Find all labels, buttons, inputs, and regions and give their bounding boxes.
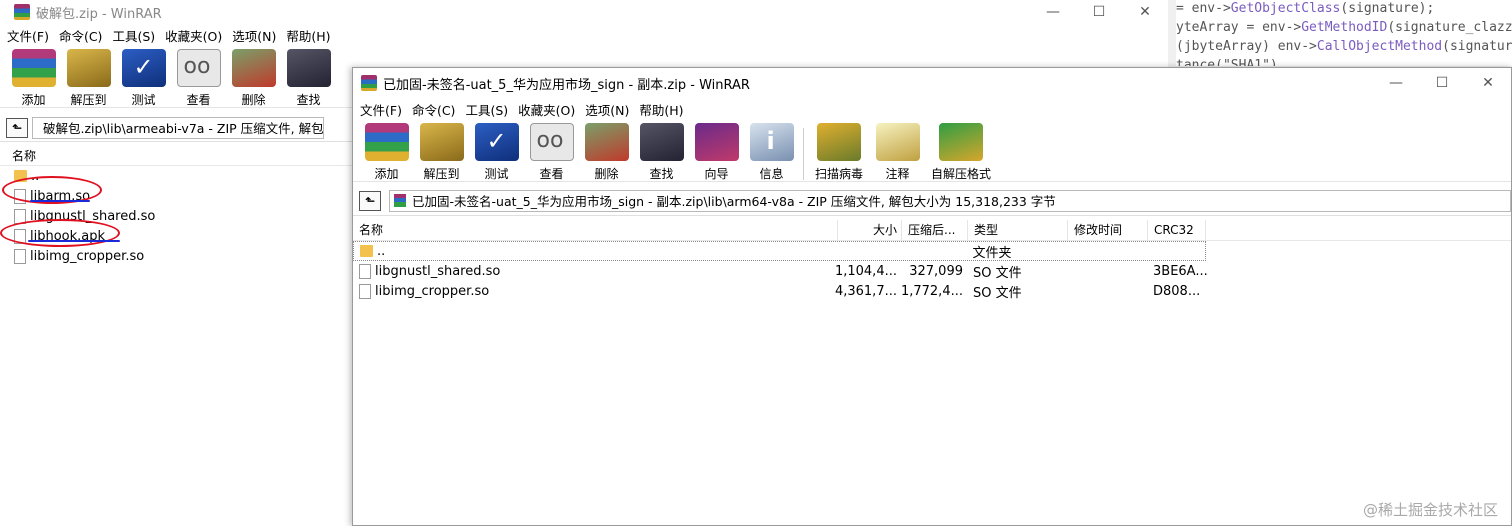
delete-icon	[584, 123, 629, 161]
up-folder-button[interactable]: ⬑	[359, 190, 381, 211]
column-type[interactable]: 类型	[968, 219, 1068, 240]
window-title: 破解包.zip - WinRAR	[36, 6, 162, 22]
folder-icon	[360, 245, 373, 257]
title-bar: 破解包.zip - WinRAR — ☐ ✕	[0, 0, 1168, 24]
maximize-button[interactable]: ☐	[1076, 0, 1122, 24]
up-folder-button[interactable]: ⬑	[6, 117, 28, 138]
address-field[interactable]: 已加固-未签名-uat_5_华为应用市场_sign - 副本.zip\lib\a…	[389, 189, 1511, 212]
menu-help[interactable]: 帮助(H)	[281, 26, 335, 45]
menu-bar: 文件(F) 命令(C) 工具(S) 收藏夹(O) 选项(N) 帮助(H)	[0, 24, 1168, 46]
test-icon	[474, 123, 519, 161]
menu-options[interactable]: 选项(N)	[580, 100, 634, 119]
window-title: 已加固-未签名-uat_5_华为应用市场_sign - 副本.zip - Win…	[383, 77, 750, 93]
column-size[interactable]: 大小	[838, 219, 902, 240]
toolbar: 添加 解压到 测试 查看 删除 查找 向导 信息 扫描病毒 注释 自解压格式	[353, 120, 1511, 182]
view-button[interactable]: 查看	[171, 46, 226, 108]
test-button[interactable]: 测试	[116, 46, 171, 108]
sfx-button[interactable]: 自解压格式	[925, 120, 997, 182]
code-line: yteArray = env->GetMethodID(signature_cl…	[1176, 20, 1512, 35]
test-icon	[121, 49, 166, 87]
minimize-button[interactable]: —	[1030, 0, 1076, 24]
file-list: .. 文件夹 libgnustl_shared.so 1,104,4... 32…	[353, 241, 1511, 481]
test-button[interactable]: 测试	[469, 120, 524, 182]
table-row[interactable]: .. 文件夹	[353, 241, 1206, 261]
menu-help[interactable]: 帮助(H)	[634, 100, 688, 119]
close-button[interactable]: ✕	[1465, 68, 1511, 98]
menu-favorites[interactable]: 收藏夹(O)	[513, 100, 580, 119]
file-icon	[14, 248, 26, 264]
wizard-button[interactable]: 向导	[689, 120, 744, 182]
column-packed[interactable]: 压缩后...	[902, 219, 968, 240]
delete-icon	[231, 49, 276, 87]
code-line: (jbyteArray) env->CallObjectMethod(signa…	[1176, 39, 1512, 54]
menu-bar: 文件(F) 命令(C) 工具(S) 收藏夹(O) 选项(N) 帮助(H)	[353, 98, 1511, 120]
delete-button[interactable]: 删除	[226, 46, 281, 108]
menu-command[interactable]: 命令(C)	[54, 26, 107, 45]
menu-favorites[interactable]: 收藏夹(O)	[160, 26, 227, 45]
address-bar: ⬑ 已加固-未签名-uat_5_华为应用市场_sign - 副本.zip\lib…	[353, 186, 1511, 216]
blue-underline-annotation	[28, 240, 120, 242]
find-icon	[286, 49, 331, 87]
add-icon	[364, 123, 409, 161]
address-text: 已加固-未签名-uat_5_华为应用市场_sign - 副本.zip\lib\a…	[412, 194, 1056, 209]
menu-tools[interactable]: 工具(S)	[460, 100, 513, 119]
address-field[interactable]: 破解包.zip\lib\armeabi-v7a - ZIP 压缩文件, 解包大	[32, 116, 324, 139]
minimize-button[interactable]: —	[1373, 68, 1419, 98]
code-line: tance("SHA1")	[1176, 58, 1278, 66]
toolbar-separator	[803, 128, 804, 180]
file-list-header: 名称 大小 压缩后... 类型 修改时间 CRC32	[353, 219, 1511, 241]
comment-icon	[875, 123, 920, 161]
scan-icon	[817, 123, 861, 161]
title-bar: 已加固-未签名-uat_5_华为应用市场_sign - 副本.zip - Win…	[353, 68, 1511, 98]
info-button[interactable]: 信息	[744, 120, 799, 182]
view-button[interactable]: 查看	[524, 120, 579, 182]
column-crc32[interactable]: CRC32	[1148, 219, 1206, 240]
extract-icon	[419, 123, 464, 161]
winrar-icon	[14, 4, 30, 20]
menu-command[interactable]: 命令(C)	[407, 100, 460, 119]
wizard-icon	[694, 123, 739, 161]
column-name[interactable]: 名称	[353, 219, 838, 240]
find-icon	[639, 123, 684, 161]
view-icon	[529, 123, 574, 161]
info-icon	[749, 123, 794, 161]
address-text: 破解包.zip\lib\armeabi-v7a - ZIP 压缩文件, 解包大	[43, 121, 324, 136]
zip-icon	[394, 194, 406, 207]
find-button[interactable]: 查找	[634, 120, 689, 182]
column-modified[interactable]: 修改时间	[1068, 219, 1148, 240]
red-circle-annotation	[0, 219, 120, 247]
maximize-button[interactable]: ☐	[1419, 68, 1465, 98]
extract-button[interactable]: 解压到	[61, 46, 116, 108]
file-icon	[359, 263, 371, 279]
code-line: = env->GetObjectClass(signature);	[1176, 1, 1435, 16]
table-row[interactable]: libimg_cropper.so 4,361,7... 1,772,4... …	[353, 281, 1511, 301]
close-button[interactable]: ✕	[1122, 0, 1168, 24]
delete-button[interactable]: 删除	[579, 120, 634, 182]
menu-file[interactable]: 文件(F)	[355, 100, 407, 119]
scan-virus-button[interactable]: 扫描病毒	[808, 120, 870, 182]
comment-button[interactable]: 注释	[870, 120, 925, 182]
menu-options[interactable]: 选项(N)	[227, 26, 281, 45]
watermark: @稀土掘金技术社区	[1362, 501, 1498, 519]
winrar-window-front: 已加固-未签名-uat_5_华为应用市场_sign - 副本.zip - Win…	[352, 67, 1512, 526]
add-icon	[11, 49, 56, 87]
file-icon	[359, 283, 371, 299]
sfx-icon	[939, 123, 983, 161]
table-row[interactable]: libgnustl_shared.so 1,104,4... 327,099 S…	[353, 261, 1511, 281]
column-name[interactable]: 名称	[0, 146, 36, 166]
winrar-icon	[361, 75, 377, 91]
code-editor-background: = env->GetObjectClass(signature); yteArr…	[1176, 0, 1512, 66]
add-button[interactable]: 添加	[6, 46, 61, 108]
find-button[interactable]: 查找	[281, 46, 336, 108]
add-button[interactable]: 添加	[359, 120, 414, 182]
menu-tools[interactable]: 工具(S)	[107, 26, 160, 45]
menu-file[interactable]: 文件(F)	[2, 26, 54, 45]
extract-button[interactable]: 解压到	[414, 120, 469, 182]
extract-icon	[66, 49, 111, 87]
view-icon	[176, 49, 221, 87]
blue-underline-annotation	[30, 200, 90, 202]
